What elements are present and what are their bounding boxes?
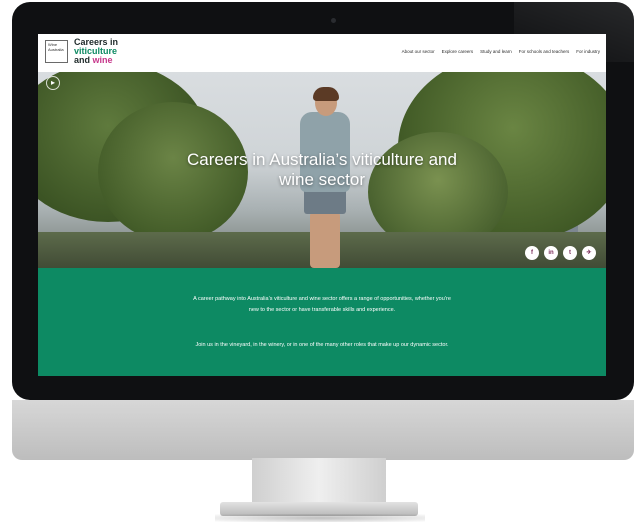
brand-line-3b: wine xyxy=(92,55,113,65)
site-brand[interactable]: Careers in viticulture and wine xyxy=(74,38,118,65)
intro-section: A career pathway into Australia’s viticu… xyxy=(38,268,606,376)
nav-study-and-learn[interactable]: Study and learn xyxy=(480,49,512,54)
social-links: f in t ✈ xyxy=(525,246,596,260)
twitter-icon[interactable]: t xyxy=(563,246,577,260)
hero-title: Careers in Australia’s viticulture and w… xyxy=(187,150,457,189)
nav-for-industry[interactable]: For industry xyxy=(576,49,600,54)
nav-for-schools-and-teachers[interactable]: For schools and teachers xyxy=(519,49,570,54)
hero-banner: ▸ Careers in Australia’s viticulture and… xyxy=(38,72,606,268)
wine-australia-logo[interactable]: Wine Australia xyxy=(45,40,68,63)
brand-line-3a: and xyxy=(74,55,91,65)
nav-explore-careers[interactable]: Explore careers xyxy=(442,49,474,54)
video-play-icon[interactable]: ▸ xyxy=(46,76,60,90)
main-nav: About our sector Explore careers Study a… xyxy=(402,49,600,54)
intro-paragraph-2: Join us in the vineyard, in the winery, … xyxy=(195,342,449,348)
linkedin-icon[interactable]: in xyxy=(544,246,558,260)
website-screen: Wine Australia Careers in viticulture an… xyxy=(38,34,606,376)
person-hair xyxy=(313,87,339,101)
intro-paragraph-1: A career pathway into Australia’s viticu… xyxy=(193,296,451,313)
site-header: Wine Australia Careers in viticulture an… xyxy=(38,34,606,72)
facebook-icon[interactable]: f xyxy=(525,246,539,260)
share-icon[interactable]: ✈ xyxy=(582,246,596,260)
monitor-stand xyxy=(252,458,386,504)
person-legs xyxy=(310,212,340,268)
nav-about-our-sector[interactable]: About our sector xyxy=(402,49,435,54)
camera-icon xyxy=(331,18,336,23)
stand-shadow xyxy=(215,514,425,522)
monitor-chin xyxy=(12,400,634,460)
